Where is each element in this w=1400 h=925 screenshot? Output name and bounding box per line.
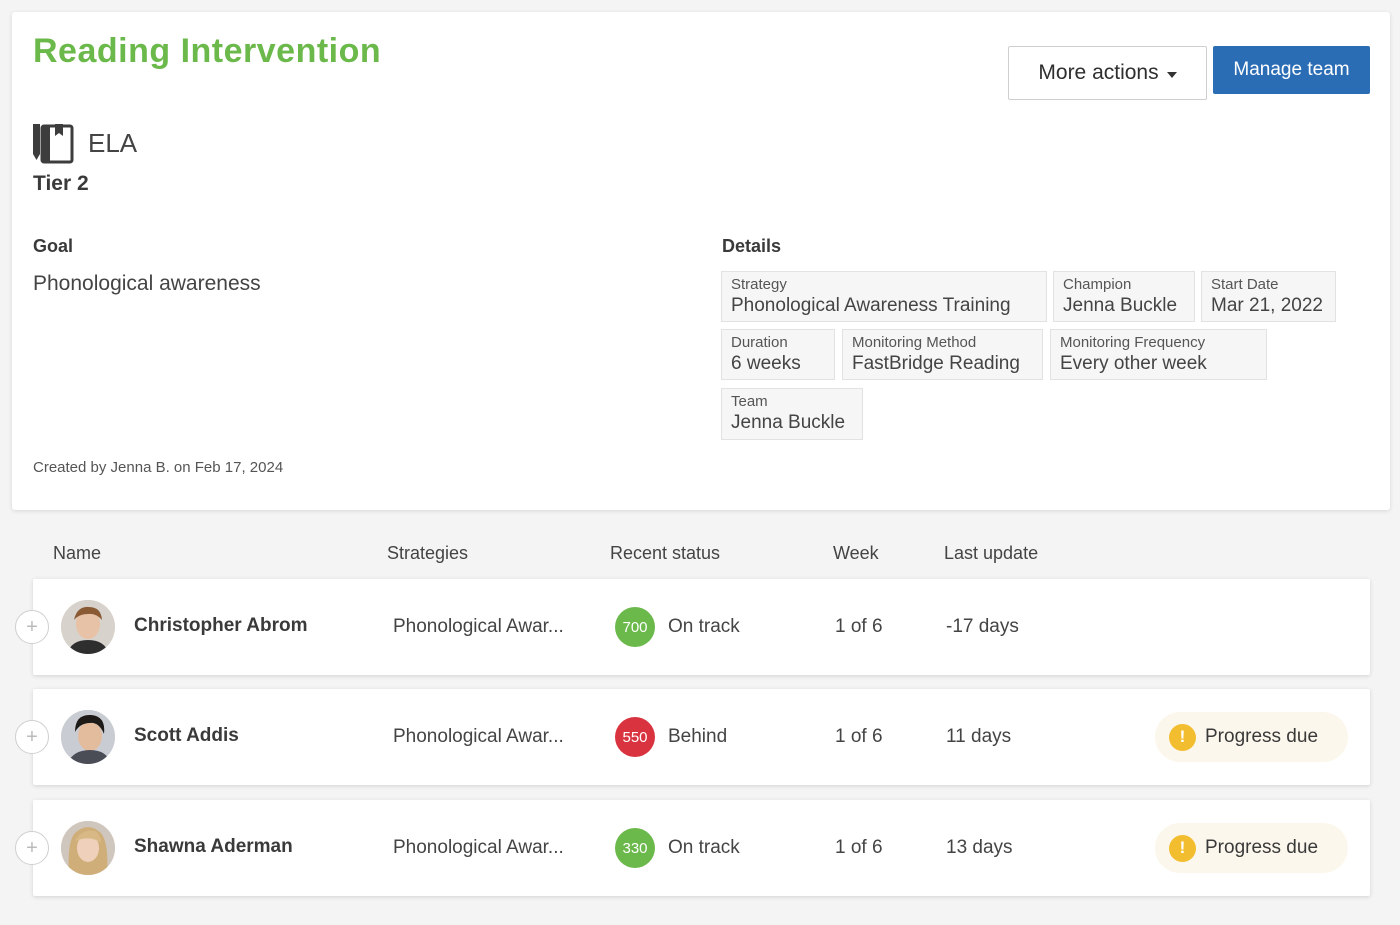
detail-value: Every other week: [1060, 353, 1207, 374]
last-update-text: -17 days: [946, 616, 1019, 637]
avatar: [61, 600, 115, 654]
created-by-text: Created by Jenna B. on Feb 17, 2024: [33, 459, 284, 476]
student-strategy: Phonological Awar...: [393, 726, 564, 747]
score-badge: 330: [615, 828, 655, 868]
status-text: On track: [668, 837, 740, 858]
progress-due-badge[interactable]: ! Progress due: [1155, 823, 1348, 873]
student-name[interactable]: Scott Addis: [134, 725, 239, 747]
score-badge: 700: [615, 607, 655, 647]
table-row[interactable]: + Shawna Aderman Phonological Awar... 33…: [15, 800, 1370, 896]
column-header-name[interactable]: Name: [53, 543, 101, 564]
goal-text: Phonological awareness: [33, 272, 261, 295]
student-strategy: Phonological Awar...: [393, 837, 564, 858]
book-pencil-icon: [33, 124, 74, 164]
last-update-text: 13 days: [946, 837, 1013, 858]
avatar: [61, 710, 115, 764]
more-actions-button[interactable]: More actions: [1008, 46, 1207, 100]
detail-value: Jenna Buckle: [731, 412, 846, 433]
detail-value: FastBridge Reading: [852, 353, 1020, 374]
more-actions-label: More actions: [1038, 61, 1159, 84]
detail-value: Mar 21, 2022: [1211, 295, 1323, 316]
column-header-strategies[interactable]: Strategies: [387, 543, 468, 564]
subject-label: ELA: [88, 127, 138, 158]
expand-plus-icon[interactable]: +: [15, 720, 49, 754]
status-text: On track: [668, 616, 740, 637]
detail-strategy: Strategy Phonological Awareness Training: [721, 271, 1047, 322]
week-text: 1 of 6: [835, 726, 883, 747]
week-text: 1 of 6: [835, 837, 883, 858]
detail-monitoring-frequency: Monitoring Frequency Every other week: [1050, 329, 1267, 380]
detail-team: Team Jenna Buckle: [721, 388, 863, 440]
subject-row: ELA: [32, 122, 137, 164]
manage-team-button[interactable]: Manage team: [1213, 46, 1370, 94]
goal-heading: Goal: [33, 236, 74, 256]
score-badge: 550: [615, 717, 655, 757]
detail-monitoring-method: Monitoring Method FastBridge Reading: [842, 329, 1043, 380]
detail-start-date: Start Date Mar 21, 2022: [1201, 271, 1336, 322]
detail-duration: Duration 6 weeks: [721, 329, 835, 380]
details-heading: Details: [722, 236, 782, 256]
intervention-card: Reading Intervention More actions Manage…: [12, 12, 1390, 510]
column-header-recent-status[interactable]: Recent status: [610, 543, 720, 564]
table-row[interactable]: + Christopher Abrom Phonological Awar...…: [15, 579, 1370, 675]
caret-down-icon: [1166, 71, 1177, 78]
progress-due-label: Progress due: [1205, 837, 1319, 858]
column-header-last-update[interactable]: Last update: [944, 543, 1038, 564]
last-update-text: 11 days: [946, 726, 1012, 747]
exclamation-icon: !: [1169, 834, 1196, 862]
student-name[interactable]: Shawna Aderman: [134, 836, 293, 858]
exclamation-icon: !: [1169, 723, 1196, 751]
detail-key: Team: [731, 393, 768, 410]
tier-label: Tier 2: [33, 172, 89, 195]
detail-key: Duration: [731, 334, 788, 351]
expand-plus-icon[interactable]: +: [15, 831, 49, 865]
detail-key: Monitoring Method: [852, 334, 977, 351]
progress-due-label: Progress due: [1205, 726, 1319, 747]
detail-key: Start Date: [1211, 276, 1279, 293]
week-text: 1 of 6: [835, 616, 883, 637]
detail-key: Champion: [1063, 276, 1132, 293]
detail-key: Monitoring Frequency: [1060, 334, 1206, 351]
status-text: Behind: [668, 726, 728, 747]
student-name[interactable]: Christopher Abrom: [134, 615, 307, 637]
progress-due-badge[interactable]: ! Progress due: [1155, 712, 1348, 762]
table-row[interactable]: + Scott Addis Phonological Awar... 550 B…: [15, 689, 1370, 785]
expand-plus-icon[interactable]: +: [15, 610, 49, 644]
detail-value: 6 weeks: [731, 353, 801, 374]
column-header-week[interactable]: Week: [833, 543, 879, 564]
detail-value: Jenna Buckle: [1063, 295, 1178, 316]
detail-value: Phonological Awareness Training: [731, 295, 1011, 316]
student-strategy: Phonological Awar...: [393, 616, 564, 637]
detail-champion: Champion Jenna Buckle: [1053, 271, 1195, 322]
page-title: Reading Intervention: [33, 32, 382, 70]
avatar: [61, 821, 115, 875]
detail-key: Strategy: [731, 276, 787, 293]
